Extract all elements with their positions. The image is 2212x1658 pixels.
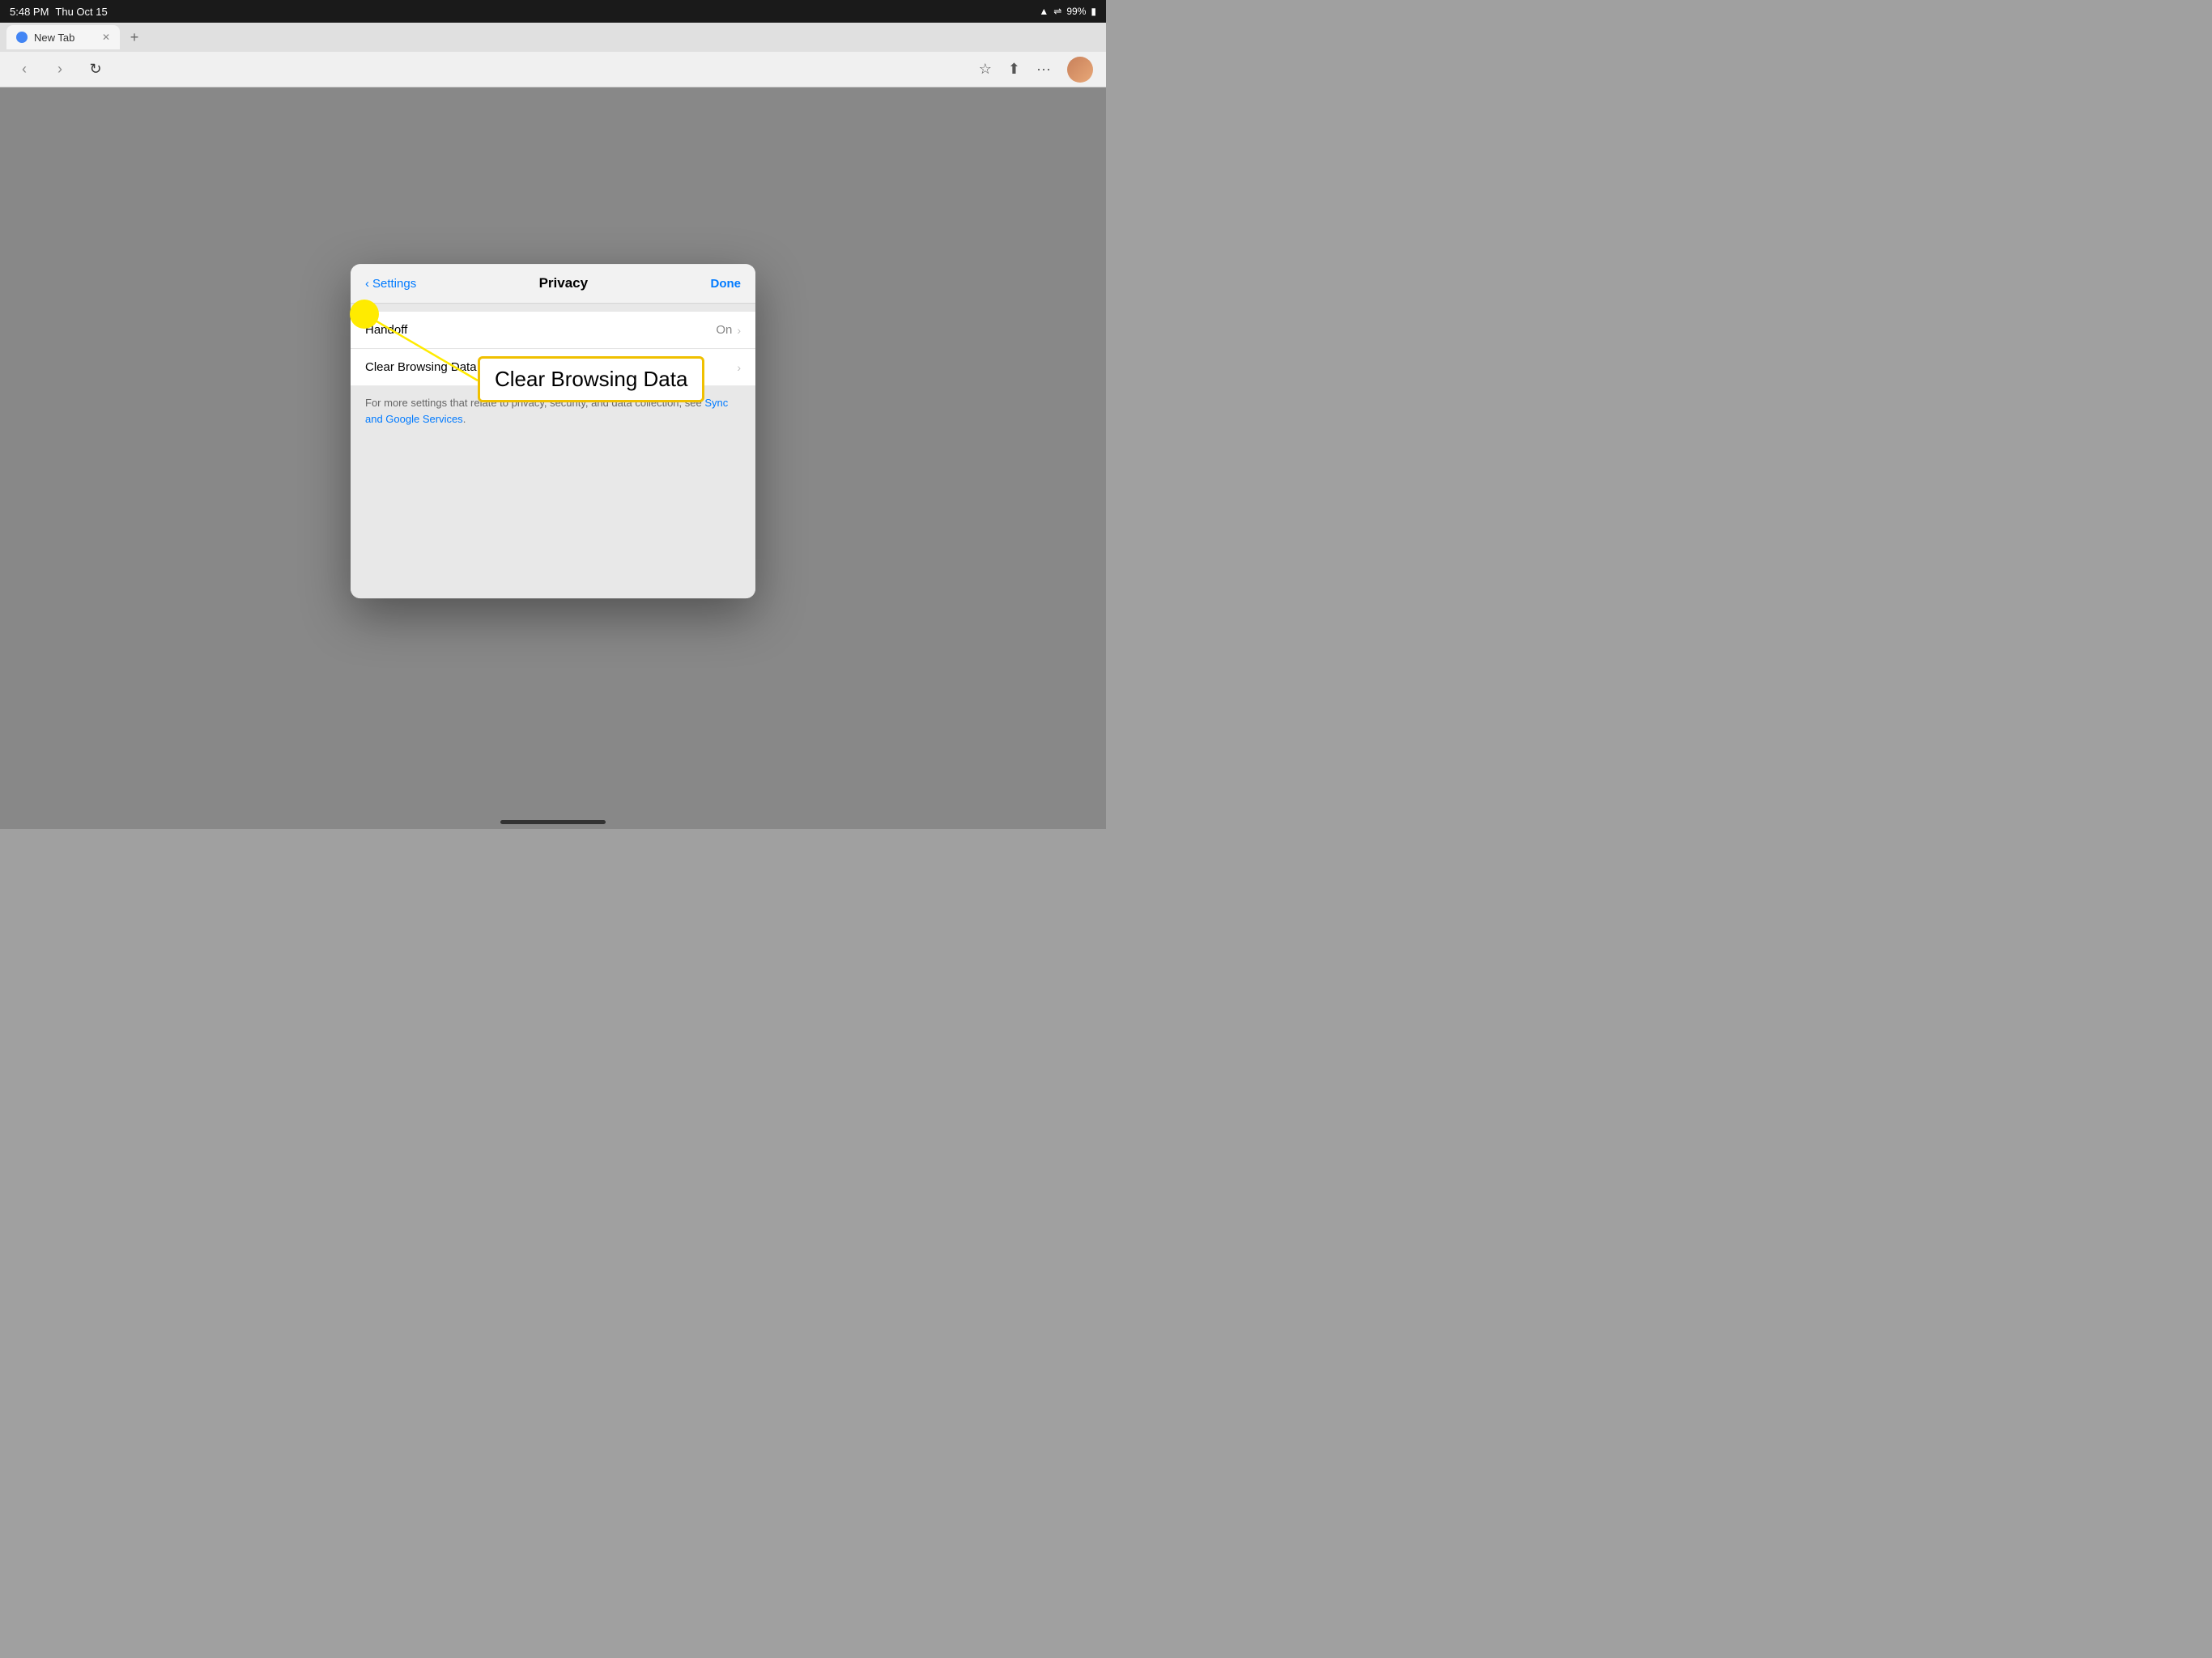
handoff-chevron-icon: › — [737, 324, 741, 337]
annotation-circle — [350, 300, 379, 329]
clear-browsing-chevron-icon: › — [737, 361, 741, 374]
done-button[interactable]: Done — [710, 277, 741, 291]
privacy-settings-modal: ‹ Settings Privacy Done Handoff On › Cle… — [351, 264, 755, 598]
time: 5:48 PM — [10, 6, 49, 18]
share-button[interactable]: ⬆ — [1008, 61, 1020, 78]
active-tab[interactable]: New Tab ✕ — [6, 25, 120, 49]
battery-level: 99% — [1066, 6, 1086, 17]
home-indicator — [500, 820, 606, 824]
back-chevron-icon: ‹ — [365, 277, 369, 291]
navigation-bar: ‹ › ↻ ☆ ⬆ ··· — [0, 52, 1106, 87]
handoff-row[interactable]: Handoff On › — [351, 312, 755, 349]
status-bar: 5:48 PM Thu Oct 15 ▲ ⇌ 99% ▮ — [0, 0, 1106, 23]
signal-icon: ▲ — [1039, 6, 1049, 17]
back-button[interactable]: ‹ — [13, 58, 36, 81]
tooltip-text: Clear Browsing Data — [495, 367, 687, 391]
annotation-tooltip: Clear Browsing Data — [478, 356, 704, 402]
modal-header: ‹ Settings Privacy Done — [351, 264, 755, 304]
date: Thu Oct 15 — [55, 6, 107, 18]
modal-title: Privacy — [539, 275, 589, 291]
tab-close-button[interactable]: ✕ — [102, 32, 110, 43]
new-tab-button[interactable]: + — [123, 26, 146, 49]
back-to-settings-button[interactable]: ‹ Settings — [365, 277, 416, 291]
tab-favicon — [16, 32, 28, 43]
back-label: Settings — [372, 277, 416, 291]
nav-right-actions: ☆ ⬆ ··· — [979, 57, 1093, 83]
more-button[interactable]: ··· — [1036, 61, 1051, 78]
tab-bar: New Tab ✕ + — [0, 23, 1106, 52]
handoff-value: On — [716, 323, 732, 337]
refresh-button[interactable]: ↻ — [84, 58, 107, 81]
bookmark-button[interactable]: ☆ — [979, 61, 992, 78]
tab-label: New Tab — [34, 32, 74, 44]
handoff-label: Handoff — [365, 323, 716, 337]
user-avatar[interactable] — [1067, 57, 1093, 83]
modal-empty-area — [351, 436, 755, 598]
battery-icon: ▮ — [1091, 6, 1096, 17]
status-bar-right: ▲ ⇌ 99% ▮ — [1039, 6, 1096, 17]
footer-period: . — [463, 413, 466, 425]
wifi-icon: ⇌ — [1053, 6, 1061, 17]
status-bar-left: 5:48 PM Thu Oct 15 — [10, 6, 108, 18]
forward-button[interactable]: › — [49, 58, 71, 81]
